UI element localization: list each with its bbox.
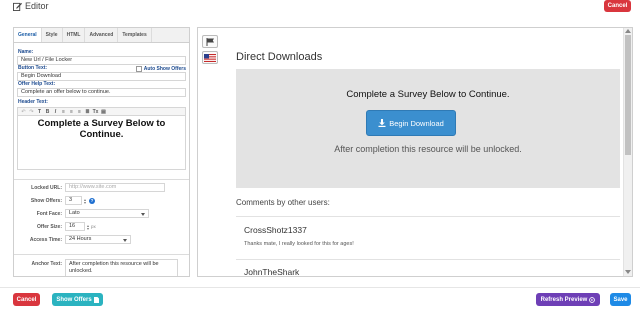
editor-toolbar: ↶ ↷ T B I ≡ ≡ ≡ ≣ Tx ▤ (17, 107, 186, 116)
save-button[interactable]: Save (610, 293, 631, 306)
tab-style[interactable]: Style (42, 28, 63, 42)
begin-download-label: Begin Download (389, 118, 444, 128)
download-icon (378, 119, 386, 127)
offer-size-unit: px (91, 224, 96, 229)
show-offers-button-label: Show Offers (56, 296, 92, 303)
locked-url-label: Locked URL: (31, 184, 62, 191)
settings-panel: General Style HTML Advanced Templates Na… (13, 27, 190, 277)
preview-scrollbar[interactable] (623, 28, 632, 276)
top-bar: Editor Cancel (0, 0, 640, 16)
align-center-icon[interactable]: ≡ (68, 108, 75, 115)
italic-icon[interactable]: I (52, 108, 59, 115)
name-label: Name: (18, 49, 34, 55)
show-offers-button[interactable]: Show Offers (52, 293, 103, 306)
cancel-button[interactable]: Cancel (13, 293, 40, 306)
editor-title-text: Editor (25, 1, 49, 11)
undo-icon[interactable]: ↶ (20, 108, 27, 115)
flag-button[interactable] (202, 35, 218, 48)
comment-user: CrossShotz1337 (244, 225, 307, 235)
button-text-field[interactable]: Begin Download (17, 72, 186, 81)
show-offers-field[interactable]: 3 (65, 196, 82, 205)
editor-title: Editor (13, 1, 49, 11)
font-face-select[interactable]: Lato (65, 209, 149, 218)
scrollbar-thumb[interactable] (625, 35, 631, 155)
begin-download-button[interactable]: Begin Download (366, 110, 456, 136)
document-icon (93, 296, 99, 303)
access-time-select[interactable]: 24 Hours (65, 235, 131, 244)
align-right-icon[interactable]: ≡ (76, 108, 83, 115)
comments-heading: Comments by other users: (236, 198, 330, 207)
survey-box: Complete a Survey Below to Continue. Beg… (236, 69, 620, 188)
offer-size-label: Offer Size: (36, 223, 62, 230)
show-offers-stepper[interactable]: ▴ ▾ (84, 197, 86, 204)
language-flags (202, 35, 220, 64)
justify-icon[interactable]: ≣ (84, 108, 91, 115)
scroll-up-icon[interactable] (625, 29, 631, 33)
flag-icon (206, 37, 214, 46)
comment-text: Thanks mate, I really looked for this fo… (244, 241, 354, 247)
clear-format-icon[interactable]: Tx (92, 108, 99, 115)
refresh-preview-label: Refresh Preview (540, 296, 588, 303)
us-flag-button[interactable] (202, 51, 218, 64)
source-icon[interactable]: ▤ (100, 108, 107, 115)
name-field[interactable]: New Url / File Locker (17, 56, 186, 65)
us-flag-icon (204, 53, 216, 62)
offer-size-stepper[interactable]: ▴ ▾ (87, 223, 89, 230)
refresh-icon (589, 296, 596, 303)
help-icon[interactable]: ? (89, 197, 96, 204)
locked-url-field[interactable]: http://www.site.com (65, 183, 165, 192)
header-text-label: Header Text: (18, 99, 48, 105)
redo-icon[interactable]: ↷ (28, 108, 35, 115)
comment-user: JohnTheShark (244, 267, 300, 277)
access-time-label: Access Time: (29, 236, 62, 243)
comment-divider (236, 259, 620, 260)
offer-help-field[interactable]: Complete an offer below to continue. (17, 88, 186, 97)
preview-title: Direct Downloads (236, 51, 323, 63)
offer-size-field[interactable]: 16 (65, 222, 85, 231)
tab-advanced[interactable]: Advanced (85, 28, 119, 42)
scroll-down-icon[interactable] (625, 270, 631, 274)
unlock-notice: After completion this resource will be u… (334, 144, 522, 154)
auto-show-offers-label: Auto Show Offers (143, 65, 186, 72)
align-left-icon[interactable]: ≡ (60, 108, 67, 115)
anchor-text-label: Anchor Text: (31, 261, 62, 267)
tab-general[interactable]: General (14, 28, 42, 42)
tab-html[interactable]: HTML (63, 28, 86, 42)
button-text-label: Button Text: (18, 65, 48, 71)
font-face-label: Font Face: (36, 210, 62, 217)
preview-panel: Direct Downloads Complete a Survey Below… (197, 27, 633, 277)
header-text-editor[interactable]: Complete a Survey Below to Continue. (17, 116, 186, 170)
settings-form: Locked URL: http://www.site.com Show Off… (14, 179, 189, 246)
comments-divider (236, 216, 620, 217)
bottom-bar: Cancel Show Offers Refresh Preview Save (0, 287, 640, 314)
offer-help-label: Offer Help Text: (18, 81, 56, 87)
tab-templates[interactable]: Templates (118, 28, 152, 42)
auto-show-offers-checkbox[interactable] (135, 65, 142, 72)
show-offers-label: Show Offers: (30, 197, 62, 204)
edit-icon (13, 2, 22, 11)
refresh-preview-button[interactable]: Refresh Preview (536, 293, 600, 306)
anchor-text-field[interactable]: After completion this resource will be u… (65, 259, 178, 276)
survey-title: Complete a Survey Below to Continue. (346, 89, 510, 100)
top-cancel-button[interactable]: Cancel (604, 0, 631, 12)
format-icon[interactable]: T (36, 108, 43, 115)
settings-tabs: General Style HTML Advanced Templates (14, 28, 189, 43)
anchor-text-row: Anchor Text: After completion this resou… (14, 254, 189, 276)
bold-icon[interactable]: B (44, 108, 51, 115)
